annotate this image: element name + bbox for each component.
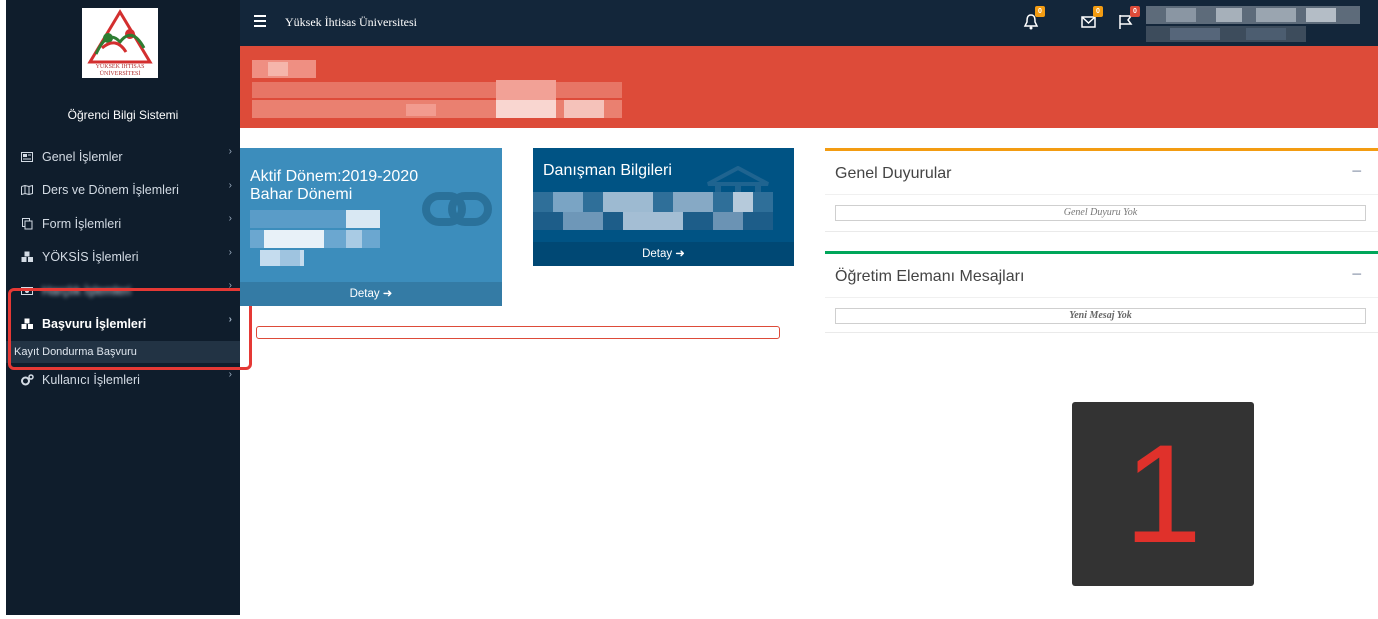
sidebar-item-label: Form İşlemleri bbox=[42, 216, 122, 231]
panel-divider bbox=[825, 194, 1378, 195]
sidebar-item-form-islemleri[interactable]: Form İşlemleri › bbox=[6, 207, 240, 241]
pixelated-term-info bbox=[250, 210, 380, 266]
sidebar-item-label: Ders ve Dönem İşlemleri bbox=[42, 183, 179, 198]
map-icon bbox=[20, 183, 34, 197]
collapse-button[interactable]: − bbox=[1351, 264, 1362, 285]
announcements-empty-message: Genel Duyuru Yok bbox=[835, 205, 1366, 221]
flags-badge: 0 bbox=[1130, 6, 1140, 17]
chevron-right-icon: › bbox=[228, 213, 232, 224]
sidebar-item-label: Harçlık İşlemleri bbox=[42, 283, 131, 298]
notifications-button[interactable]: 0 bbox=[1023, 6, 1045, 34]
link-icon bbox=[422, 192, 492, 226]
sidebar-item-harclik[interactable]: Harçlık İşlemleri › bbox=[6, 274, 240, 308]
system-title: Öğrenci Bilgi Sistemi bbox=[67, 108, 179, 122]
cogs-icon bbox=[20, 373, 34, 387]
user-menu-redacted[interactable] bbox=[1146, 6, 1360, 42]
active-term-title: Aktif Dönem:2019-2020 Bahar Dönemi bbox=[250, 168, 418, 204]
copy-icon bbox=[20, 217, 34, 231]
flags-button[interactable]: 0 bbox=[1118, 6, 1140, 34]
advisor-detail-link[interactable]: Detay ➜ bbox=[533, 242, 794, 266]
sidebar-item-label: Başvuru İşlemleri bbox=[42, 317, 147, 332]
instructor-messages-title: Öğretim Elemanı Mesajları bbox=[835, 268, 1025, 285]
chevron-right-icon: › bbox=[228, 246, 232, 258]
pixelated-user-info bbox=[1146, 6, 1360, 42]
hamburger-menu-icon[interactable] bbox=[254, 15, 266, 27]
chevron-right-icon: › bbox=[228, 369, 232, 380]
messages-button[interactable]: 0 bbox=[1081, 6, 1103, 34]
panel-divider bbox=[825, 297, 1378, 298]
messages-badge: 0 bbox=[1093, 6, 1103, 17]
sidebar-item-kullanici[interactable]: Kullanıcı İşlemleri › bbox=[6, 363, 240, 397]
step-number-marker: 1 bbox=[1072, 402, 1254, 586]
pixelated-advisor-info bbox=[533, 192, 773, 230]
pixelated-student-info bbox=[252, 60, 622, 118]
chevron-right-icon: › bbox=[228, 313, 232, 325]
empty-progress-bar bbox=[256, 326, 780, 339]
university-logo[interactable]: YÜKSEK İHTİSAS ÜNİVERSİTESİ bbox=[82, 8, 158, 88]
sidebar-item-yoksis[interactable]: YÖKSİS İşlemleri › bbox=[6, 241, 240, 275]
logo-line2: ÜNİVERSİTESİ bbox=[99, 71, 141, 77]
announcements-panel: Genel Duyurular − Genel Duyuru Yok bbox=[825, 148, 1378, 232]
chevron-right-icon: › bbox=[228, 146, 232, 157]
chevron-right-icon: › bbox=[228, 280, 232, 291]
sidebar-item-basvuru[interactable]: Başvuru İşlemleri › bbox=[6, 308, 240, 342]
submenu-item-kayit-dondurma[interactable]: Kayıt Dondurma Başvuru bbox=[6, 341, 240, 363]
active-term-line1: Aktif Dönem:2019-2020 bbox=[250, 168, 419, 185]
logo-line1: YÜKSEK İHTİSAS bbox=[95, 64, 145, 70]
announcements-title: Genel Duyurular bbox=[835, 165, 952, 182]
sidebar-item-label: Genel İşlemler bbox=[42, 149, 123, 164]
logo-icon bbox=[82, 8, 158, 64]
sidebar-item-label: YÖKSİS İşlemleri bbox=[42, 250, 139, 265]
cubes-icon bbox=[20, 317, 34, 331]
active-term-detail-link[interactable]: Detay ➜ bbox=[240, 282, 502, 306]
sidebar-menu: Genel İşlemler › Ders ve Dönem İşlemleri… bbox=[6, 140, 240, 397]
money-icon bbox=[20, 284, 34, 298]
sidebar-item-ders-donem[interactable]: Ders ve Dönem İşlemleri › bbox=[6, 174, 240, 208]
newspaper-icon bbox=[20, 150, 34, 164]
logo-caption: YÜKSEK İHTİSAS ÜNİVERSİTESİ bbox=[82, 64, 158, 78]
student-info-banner-redacted bbox=[240, 46, 1378, 128]
instructor-messages-panel: Öğretim Elemanı Mesajları − Yeni Mesaj Y… bbox=[825, 251, 1378, 333]
sidebar-item-genel-islemler[interactable]: Genel İşlemler › bbox=[6, 140, 240, 174]
active-term-line2: Bahar Dönemi bbox=[250, 186, 353, 203]
brand-title[interactable]: Yüksek İhtisas Üniversitesi bbox=[285, 15, 417, 30]
top-navbar: Yüksek İhtisas Üniversitesi 0 0 0 bbox=[240, 0, 1378, 46]
chevron-right-icon: › bbox=[228, 179, 232, 191]
advisor-title: Danışman Bilgileri bbox=[543, 162, 672, 179]
sidebar-item-label: Kullanıcı İşlemleri bbox=[42, 372, 140, 387]
notifications-badge: 0 bbox=[1035, 6, 1045, 17]
collapse-button[interactable]: − bbox=[1351, 161, 1362, 182]
active-term-widget: Aktif Dönem:2019-2020 Bahar Dönemi Detay… bbox=[240, 148, 502, 306]
sidebar: YÜKSEK İHTİSAS ÜNİVERSİTESİ Öğrenci Bilg… bbox=[6, 0, 240, 615]
cubes-icon bbox=[20, 250, 34, 264]
advisor-widget: Danışman Bilgileri Detay ➜ bbox=[533, 148, 794, 266]
messages-empty-message: Yeni Mesaj Yok bbox=[835, 308, 1366, 324]
